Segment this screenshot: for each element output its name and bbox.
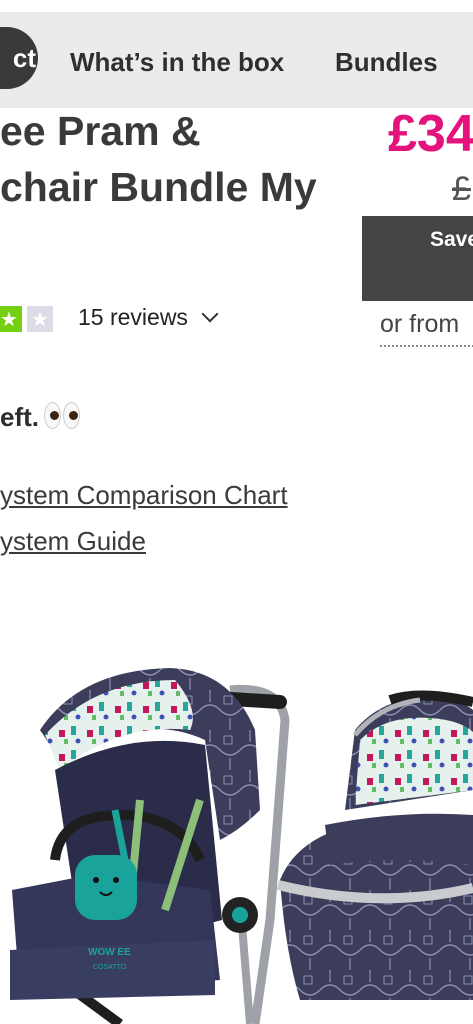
tab-whats-in-the-box[interactable]: What’s in the box bbox=[70, 47, 284, 78]
product-title-line-1: ee Pram & bbox=[0, 108, 201, 154]
reviews-link[interactable]: 15 reviews bbox=[78, 304, 219, 331]
comparison-chart-link[interactable]: ystem Comparison Chart bbox=[0, 480, 288, 511]
brand-label: WOW EE bbox=[88, 947, 131, 958]
star-icon: ★ bbox=[27, 306, 53, 332]
tab-bundles[interactable]: Bundles bbox=[335, 47, 438, 78]
product-title-line-2: chair Bundle My bbox=[0, 164, 317, 210]
tab-product-label: ct bbox=[12, 42, 36, 73]
price: £34 bbox=[388, 105, 473, 163]
guide-link[interactable]: ystem Guide bbox=[0, 526, 146, 557]
finance-link[interactable]: or from bbox=[380, 310, 473, 347]
stock-message: eft. bbox=[0, 402, 39, 432]
brand-sub-label: COSATTO bbox=[93, 964, 127, 971]
star-icon: ★ bbox=[0, 306, 22, 332]
reviews-count: 15 reviews bbox=[78, 304, 188, 330]
was-price: £ bbox=[452, 170, 471, 208]
tab-product[interactable]: ct bbox=[0, 27, 38, 89]
chevron-down-icon bbox=[201, 305, 219, 323]
save-label: Save bbox=[430, 228, 473, 251]
section-tab-bar: ct What’s in the box Bundles bbox=[0, 12, 473, 108]
product-image[interactable]: WOW EE COSATTO bbox=[0, 650, 473, 1024]
save-badge: Save bbox=[362, 216, 473, 301]
